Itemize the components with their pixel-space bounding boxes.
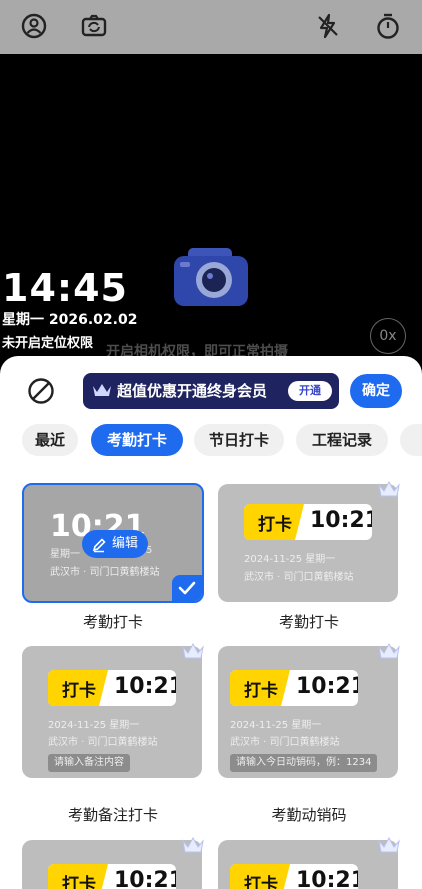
badge-text: 打卡 xyxy=(244,875,278,889)
edit-icon xyxy=(91,536,107,564)
template-label: 考勤备注打卡 xyxy=(67,806,158,824)
edit-button[interactable]: 编辑 xyxy=(82,530,148,558)
watermark-time: 14:45 xyxy=(2,266,128,310)
tab-attendance[interactable]: 考勤打卡 xyxy=(91,424,183,456)
vip-open-button[interactable]: 开通 xyxy=(288,381,332,401)
vip-text: 超值优惠开通终身会员 xyxy=(117,382,268,400)
camera-icon xyxy=(170,246,252,314)
note-field: 请输入备注内容 xyxy=(48,754,130,772)
template-card[interactable]: 打卡 10:21 xyxy=(218,840,398,889)
card-time: 10:21 xyxy=(296,868,358,889)
watermark-location: 未开启定位权限 xyxy=(2,336,94,351)
template-card[interactable]: 打卡 10:21 xyxy=(22,840,202,889)
vip-banner[interactable]: 超值优惠开通终身会员 开通 xyxy=(83,373,339,409)
crown-icon xyxy=(378,642,400,660)
top-toolbar xyxy=(0,0,422,54)
crown-icon xyxy=(182,642,204,660)
edit-label: 编辑 xyxy=(112,536,139,551)
crown-icon xyxy=(378,480,400,498)
card-date: 2024-11-25 星期一 xyxy=(48,720,140,731)
timer-icon[interactable] xyxy=(374,12,404,42)
time-badge: 打卡 10:21 xyxy=(230,670,358,706)
card-location: 武汉市 · 司门口黄鹤楼站 xyxy=(48,737,158,748)
flip-camera-icon[interactable] xyxy=(80,12,110,42)
card-date: 2024-11-25 星期一 xyxy=(244,554,336,565)
card-time: 10:21 xyxy=(114,674,176,699)
badge-text: 打卡 xyxy=(62,681,96,701)
crown-icon xyxy=(182,836,204,854)
template-card-attendance-note[interactable]: 打卡 10:21 2024-11-25 星期一 武汉市 · 司门口黄鹤楼站 请输… xyxy=(22,646,202,778)
tab-engineering[interactable]: 工程记录 xyxy=(296,424,388,456)
badge-text: 打卡 xyxy=(244,681,278,701)
template-sheet: 超值优惠开通终身会员 开通 确定 最近 考勤打卡 节日打卡 工程记录 10:21… xyxy=(0,356,422,889)
crown-icon xyxy=(378,836,400,854)
template-label: 考勤打卡 xyxy=(82,613,143,631)
flash-off-icon[interactable] xyxy=(314,12,344,42)
template-card-attendance-simple[interactable]: 10:21 星期一 5 武汉市 · 司门口黄鹤楼站 编辑 xyxy=(22,483,204,603)
check-icon xyxy=(172,575,202,601)
card-location: 武汉市 · 司门口黄鹤楼站 xyxy=(50,567,160,578)
card-location: 武汉市 · 司门口黄鹤楼站 xyxy=(244,572,354,583)
ban-icon[interactable] xyxy=(26,376,56,410)
template-label: 考勤动销码 xyxy=(271,806,347,824)
template-card-sales-code[interactable]: 打卡 10:21 2024-11-25 星期一 武汉市 · 司门口黄鹤楼站 请输… xyxy=(218,646,398,778)
card-date: 2024-11-25 星期一 xyxy=(230,720,322,731)
card-time: 10:21 xyxy=(114,868,176,889)
badge-text: 打卡 xyxy=(258,515,292,535)
tab-festival[interactable]: 节日打卡 xyxy=(194,424,284,456)
category-tabs: 最近 考勤打卡 节日打卡 工程记录 xyxy=(0,424,422,460)
card-location: 武汉市 · 司门口黄鹤楼站 xyxy=(230,737,340,748)
time-badge: 打卡 10:21 xyxy=(244,504,372,540)
note-field: 请输入今日动销码，例：1234 xyxy=(230,754,378,772)
confirm-button[interactable]: 确定 xyxy=(350,374,402,408)
time-badge: 打卡 10:21 xyxy=(230,864,358,889)
card-time: 10:21 xyxy=(296,674,358,699)
time-badge: 打卡 10:21 xyxy=(48,670,176,706)
watermark-date: 星期一 2026.02.02 xyxy=(2,312,138,328)
template-card-attendance[interactable]: 打卡 10:21 2024-11-25 星期一 武汉市 · 司门口黄鹤楼站 xyxy=(218,484,398,602)
badge-text: 打卡 xyxy=(62,875,96,889)
crown-icon xyxy=(92,382,112,402)
tab-recent[interactable]: 最近 xyxy=(22,424,78,456)
time-badge: 打卡 10:21 xyxy=(48,864,176,889)
switch-camera-icon[interactable] xyxy=(20,12,50,42)
card-time: 10:21 xyxy=(310,508,372,533)
zoom-button[interactable]: 0x xyxy=(370,318,406,354)
tab-more[interactable] xyxy=(400,424,422,456)
card-weekday: 星期一 xyxy=(50,549,80,560)
template-label: 考勤打卡 xyxy=(278,613,339,631)
